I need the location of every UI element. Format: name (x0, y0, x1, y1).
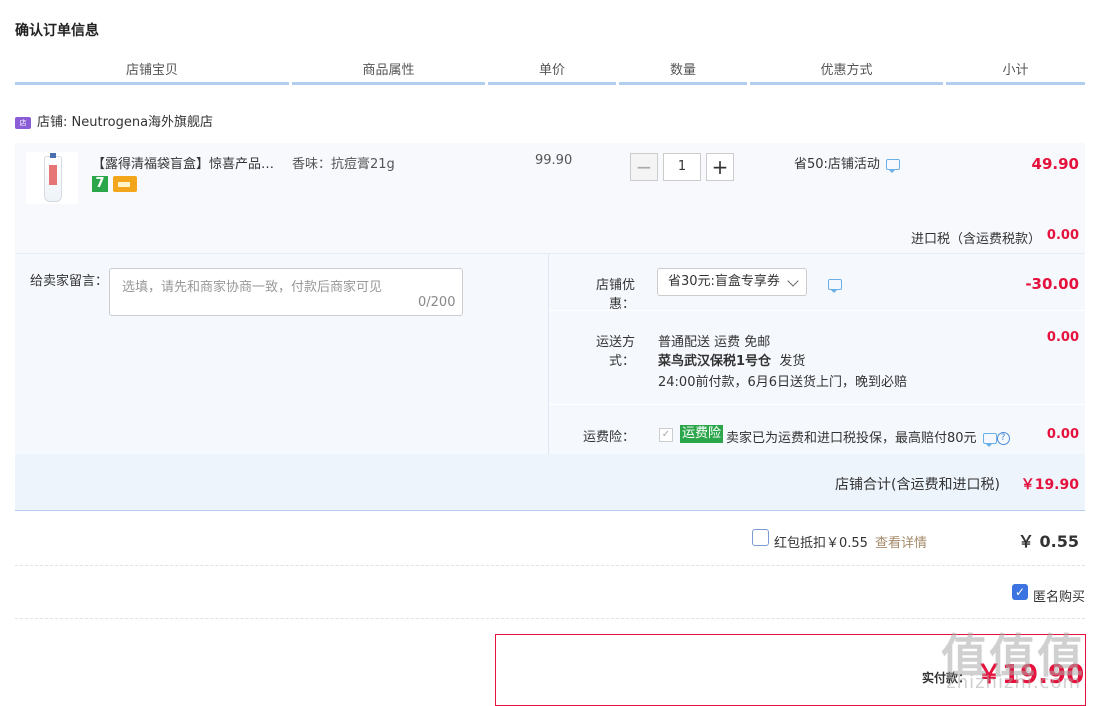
quantity-input[interactable]: 1 (663, 153, 701, 181)
product-attribute: 香味：抗痘膏21g (292, 157, 395, 172)
coupon-value: -30.00 (1025, 275, 1079, 293)
seven-day-return-icon: 7 (92, 176, 108, 192)
coupon-chat-icon[interactable] (828, 279, 842, 293)
message-counter: 0/200 (418, 295, 456, 310)
hongbao-details-link[interactable]: 查看详情 (875, 532, 927, 551)
delivery-promise: 24:00前付款，6月6日送货上门，晚到必赔 (658, 375, 908, 390)
shop-total-value: ￥19.90 (1020, 477, 1079, 493)
header-quantity: 数量 (619, 60, 747, 85)
coupon-label: 店铺优惠： (595, 278, 635, 312)
hongbao-text: 红包抵扣￥0.55 (774, 536, 868, 551)
product-name-link[interactable]: 【露得清福袋盲盒】惊喜产品随机发货 (92, 153, 287, 172)
shipping-value: 0.00 (1046, 330, 1079, 345)
help-icon[interactable]: ? (996, 432, 1010, 445)
warehouse-suffix: 发货 (779, 354, 806, 369)
header-shop-item: 店铺宝贝 (15, 60, 289, 85)
header-attribute: 商品属性 (292, 60, 485, 85)
message-label: 给卖家留言： (30, 274, 109, 289)
table-header: 店铺宝贝 商品属性 单价 数量 优惠方式 小计 (15, 60, 1085, 86)
unit-price: 99.90 (535, 153, 573, 168)
page-title: 确认订单信息 (15, 23, 99, 39)
insurance-text: 卖家已为运费和进口税投保，最高赔付80元? (726, 427, 1010, 447)
shipping-method: 普通配送 运费 免邮 (658, 335, 771, 350)
header-subtotal: 小计 (946, 60, 1085, 85)
watermark-url: zhizhizhi.com (946, 672, 1081, 693)
item-subtotal: 49.90 (1031, 155, 1079, 173)
coupon-selected: 省30元:盲盒专享券 (668, 274, 780, 289)
insurance-desc: 卖家已为运费和进口税投保，最高赔付80元 (726, 431, 977, 446)
promotion-info: 省50:店铺活动 (794, 153, 900, 173)
insurance-value: 0.00 (1046, 427, 1079, 442)
message-placeholder: 选填，请先和商家协商一致，付款后商家可见 (122, 280, 383, 295)
credit-card-icon (113, 176, 137, 192)
shop-name-row[interactable]: 店店铺: Neutrogena海外旗舰店 (15, 113, 213, 133)
product-thumbnail[interactable] (26, 152, 78, 204)
insurance-chat-icon[interactable] (982, 433, 997, 447)
chat-icon[interactable] (885, 159, 900, 173)
header-promotion: 优惠方式 (750, 60, 943, 85)
anonymous-label[interactable]: 匿名购买 (1033, 586, 1085, 605)
coupon-select[interactable]: 省30元:盲盒专享券 (657, 268, 807, 296)
increase-button[interactable]: + (706, 153, 734, 181)
chevron-down-icon (787, 275, 799, 287)
shipping-label: 运送方式： (595, 335, 635, 369)
divider (15, 618, 1085, 619)
hongbao-value: ￥ 0.55 (1017, 532, 1079, 551)
insurance-label: 运费险： (582, 430, 635, 445)
shipping-warehouse: 菜鸟武汉保税1号仓 发货 (658, 350, 805, 369)
tax-label: 进口税（含运费税款） (911, 232, 1042, 247)
insurance-badge: 运费险 (680, 425, 724, 443)
warehouse-name: 菜鸟武汉保税1号仓 (658, 354, 772, 369)
divider (15, 565, 1085, 566)
anonymous-checkbox[interactable]: ✓ (1012, 584, 1028, 600)
insurance-checkbox: ✓ (659, 428, 673, 442)
shop-total-label: 店铺合计(含运费和进口税) (835, 477, 1000, 493)
promotion-text: 省50:店铺活动 (794, 157, 880, 172)
shop-name[interactable]: 店铺: Neutrogena海外旗舰店 (37, 115, 213, 130)
decrease-button[interactable]: − (630, 153, 658, 181)
hongbao-checkbox[interactable] (752, 529, 769, 546)
shop-icon: 店 (15, 116, 31, 129)
header-unit-price: 单价 (488, 60, 616, 85)
tax-value: 0.00 (1046, 228, 1079, 243)
